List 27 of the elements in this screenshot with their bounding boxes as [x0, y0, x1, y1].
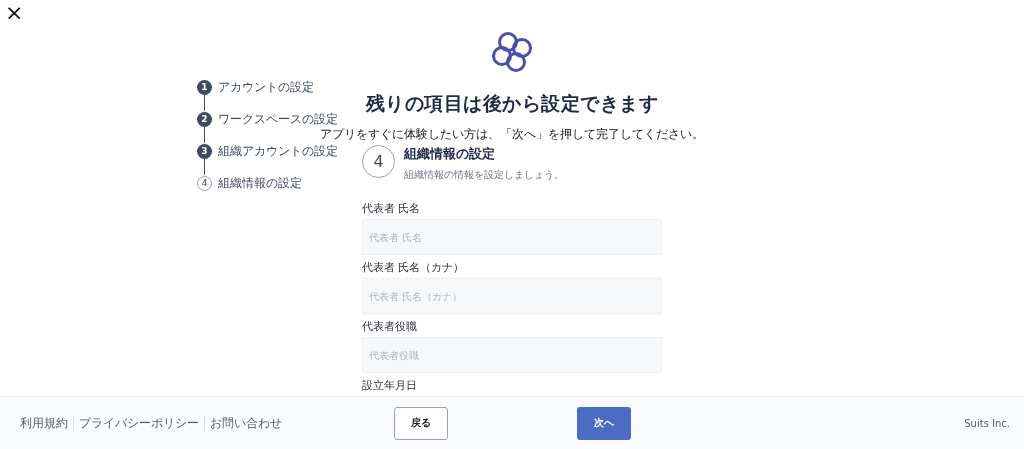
company-name: Suits Inc. — [964, 417, 1010, 429]
next-button[interactable]: 次へ — [577, 406, 631, 440]
footer-link[interactable]: 利用規約 — [20, 414, 68, 432]
input-field[interactable]: 代表者 氏名 — [362, 219, 662, 255]
input-field[interactable]: 代表者役職 — [362, 337, 662, 373]
step-number: 2 — [197, 111, 212, 127]
step-number: 1 — [197, 79, 212, 95]
page-title: 残りの項目は後から設定できます — [365, 91, 659, 116]
step-label: ワークスペースの設定 — [218, 110, 338, 128]
step-number: 4 — [197, 175, 212, 191]
input-field[interactable]: 代表者 氏名（カナ） — [362, 278, 662, 314]
section-description: 組織情報の情報を設定しましょう。 — [404, 168, 564, 182]
subtitle: アプリをすぐに体験したい方は、「次へ」を押して完了してください。 — [320, 126, 704, 143]
field-label: 代表者 氏名（カナ） — [362, 261, 466, 274]
section-heading: 組織情報の設定 — [404, 145, 496, 163]
field-label: 代表者役職 — [362, 320, 418, 333]
footer-link[interactable]: プライバシーポリシー — [79, 414, 199, 432]
back-button[interactable]: 戻る — [394, 406, 448, 440]
step-label: 組織アカウントの設定 — [218, 142, 338, 160]
step-label: 組織情報の設定 — [218, 174, 302, 192]
close-button[interactable]: × — [2, 2, 27, 24]
field-label: 代表者 氏名 — [362, 202, 422, 215]
footer-link[interactable]: お問い合わせ — [210, 414, 282, 432]
step-number: 3 — [197, 143, 212, 159]
field-label: 設立年月日 — [362, 379, 418, 392]
logo-icon — [490, 30, 534, 74]
step-label: アカウントの設定 — [218, 78, 314, 96]
